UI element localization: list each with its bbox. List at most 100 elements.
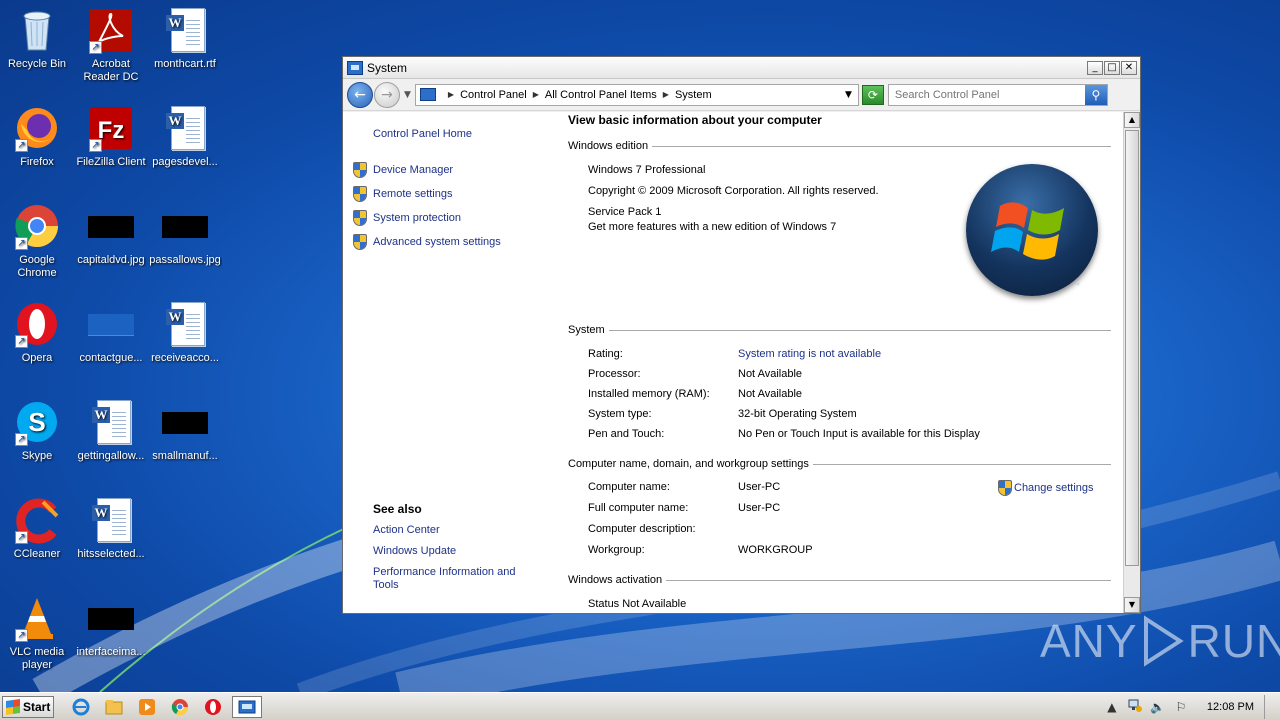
desktop-icon-firefox[interactable]: ↗ Firefox — [0, 104, 74, 169]
section-title: System — [568, 324, 605, 336]
recycle-bin-icon — [13, 6, 61, 54]
file-explorer-icon[interactable] — [103, 696, 125, 718]
forward-arrow-icon: → — [381, 86, 393, 103]
shortcut-arrow-icon: ↗ — [15, 237, 28, 250]
watermark-left: ANY — [1040, 615, 1138, 667]
internet-explorer-icon[interactable] — [70, 696, 92, 718]
refresh-icon: ⟳ — [867, 87, 878, 102]
minimize-button[interactable]: _ — [1087, 60, 1103, 75]
start-button[interactable]: Start — [2, 695, 54, 718]
chrome-taskbar-icon[interactable] — [169, 696, 191, 718]
breadcrumb-separator-icon[interactable]: ▶ — [533, 90, 539, 99]
volume-icon[interactable]: 🔈 — [1150, 700, 1166, 714]
refresh-button[interactable]: ⟳ — [861, 84, 884, 105]
breadcrumb-separator-icon[interactable]: ▶ — [448, 90, 454, 99]
desktop-icon-smallmanuf[interactable]: smallmanuf... — [148, 398, 222, 463]
desktop-icon-contactgue[interactable]: contactgue... — [74, 300, 148, 365]
computer-row-value: WORKGROUP — [738, 544, 813, 556]
shortcut-arrow-icon: ↗ — [15, 531, 28, 544]
desktop-icon-chrome[interactable]: ↗ Google Chrome — [0, 202, 74, 280]
show-hidden-icons-icon[interactable]: ▲ — [1104, 700, 1120, 714]
image-thumb-icon — [87, 202, 135, 250]
shortcut-arrow-icon: ↗ — [15, 629, 28, 642]
task-label: System protection — [373, 212, 462, 224]
scroll-up-icon[interactable]: ▲ — [1124, 112, 1140, 128]
desktop-icon-gettingallow[interactable]: W gettingallow... — [74, 398, 148, 463]
desktop-icon-pagesdevel[interactable]: W pagesdevel... — [148, 104, 222, 169]
section-title: Windows activation — [568, 574, 663, 586]
system-window-taskbar-button[interactable] — [232, 695, 262, 718]
forward-button[interactable]: → — [374, 81, 400, 108]
back-button[interactable]: ← — [347, 81, 373, 108]
breadcrumb-all-items[interactable]: All Control Panel Items — [545, 89, 657, 101]
desktop-icon-passallows[interactable]: passallows.jpg — [148, 202, 222, 267]
control-panel-home-link[interactable]: Control Panel Home — [373, 128, 472, 140]
desktop-icon-vlc[interactable]: ↗ VLC media player — [0, 594, 74, 672]
back-arrow-icon: ← — [354, 86, 366, 103]
desktop-icon-receiveacco[interactable]: W receiveacco... — [148, 300, 222, 365]
desktop-icon-monthcart[interactable]: W monthcart.rtf — [148, 6, 222, 71]
maximize-button[interactable]: □ — [1104, 60, 1120, 75]
svg-text:S: S — [28, 407, 45, 437]
task-system-protection[interactable]: System protection — [353, 210, 461, 226]
action-center-flag-icon[interactable]: ⚐ — [1173, 700, 1189, 714]
shortcut-arrow-icon: ↗ — [15, 433, 28, 446]
search-button[interactable]: ⚲ — [1084, 84, 1107, 105]
vertical-scrollbar[interactable]: ▲ ▼ — [1123, 112, 1140, 613]
breadcrumb-control-panel[interactable]: Control Panel — [460, 89, 527, 101]
address-dropdown-icon[interactable]: ▼ — [845, 90, 852, 100]
breadcrumb[interactable]: ▶ Control Panel ▶ All Control Panel Item… — [414, 83, 859, 106]
computer-row-label: Computer name: — [588, 481, 670, 493]
breadcrumb-system[interactable]: System — [675, 89, 712, 101]
desktop-icon-label: Acrobat Reader DC — [83, 58, 139, 83]
desktop-icon-ccleaner[interactable]: ↗ CCleaner — [0, 496, 74, 561]
shortcut-arrow-icon: ↗ — [15, 335, 28, 348]
desktop-icon-label: Skype — [21, 450, 53, 462]
clock[interactable]: 12:08 PM — [1207, 701, 1254, 713]
media-player-icon[interactable] — [136, 696, 158, 718]
task-label: Remote settings — [373, 188, 453, 200]
desktop-icon-label: passallows.jpg — [149, 254, 221, 266]
opera-taskbar-icon[interactable] — [202, 696, 224, 718]
upgrade-edition-link[interactable]: Get more features with a new edition of … — [588, 221, 836, 233]
system-rating-link[interactable]: System rating is not available — [738, 348, 881, 360]
image-thumb-icon — [161, 398, 209, 446]
section-windows-edition: Windows edition — [568, 140, 1111, 152]
desktop-icon-filezilla[interactable]: Fz ↗ FileZilla Client — [74, 104, 148, 169]
system-row-value: Not Available — [738, 368, 803, 380]
see-also-action-center[interactable]: Action Center — [373, 524, 523, 537]
task-device-manager[interactable]: Device Manager — [353, 162, 453, 178]
desktop-icon-acrobat[interactable]: ↗ Acrobat Reader DC — [74, 6, 148, 84]
activation-status: Status Not Available — [588, 598, 687, 610]
change-settings-link[interactable]: Change settings — [998, 480, 1094, 496]
scroll-thumb[interactable] — [1125, 130, 1139, 566]
task-remote-settings[interactable]: Remote settings — [353, 186, 452, 202]
edition-name: Windows 7 Professional — [588, 164, 706, 176]
desktop-icon-hitsselected[interactable]: W hitsselected... — [74, 496, 148, 561]
desktop-icon-label: VLC media player — [9, 646, 65, 671]
desktop-icon-label: pagesdevel... — [152, 156, 218, 168]
see-also-performance[interactable]: Performance Information and Tools — [373, 566, 523, 592]
system-row-label: Rating: — [588, 348, 623, 360]
scroll-down-icon[interactable]: ▼ — [1124, 597, 1140, 613]
desktop-icon-interfaceima[interactable]: interfaceima... — [74, 594, 148, 659]
system-row-label: Processor: — [588, 368, 641, 380]
network-icon[interactable] — [1127, 698, 1143, 715]
desktop-icon-opera[interactable]: ↗ Opera — [0, 300, 74, 365]
system-row-value: No Pen or Touch Input is available for t… — [738, 428, 980, 440]
desktop-icon-label: receiveacco... — [151, 352, 219, 364]
start-label: Start — [23, 699, 51, 714]
desktop-icon-capitaldvd[interactable]: capitaldvd.jpg — [74, 202, 148, 267]
recent-pages-dropdown[interactable]: ▼ — [404, 90, 411, 100]
title-bar[interactable]: System _ □ ✕ — [343, 57, 1140, 79]
close-button[interactable]: ✕ — [1121, 60, 1137, 75]
system-row-value: 32-bit Operating System — [738, 408, 857, 420]
breadcrumb-separator-icon[interactable]: ▶ — [663, 90, 669, 99]
desktop-icon-skype[interactable]: S ↗ Skype — [0, 398, 74, 463]
task-advanced-settings[interactable]: Advanced system settings — [353, 234, 501, 250]
show-desktop-button[interactable] — [1264, 694, 1274, 719]
search-input[interactable] — [888, 88, 1085, 101]
see-also-windows-update[interactable]: Windows Update — [373, 545, 523, 558]
word-doc-icon: W — [161, 6, 209, 54]
desktop-icon-recycle-bin[interactable]: Recycle Bin — [0, 6, 74, 71]
